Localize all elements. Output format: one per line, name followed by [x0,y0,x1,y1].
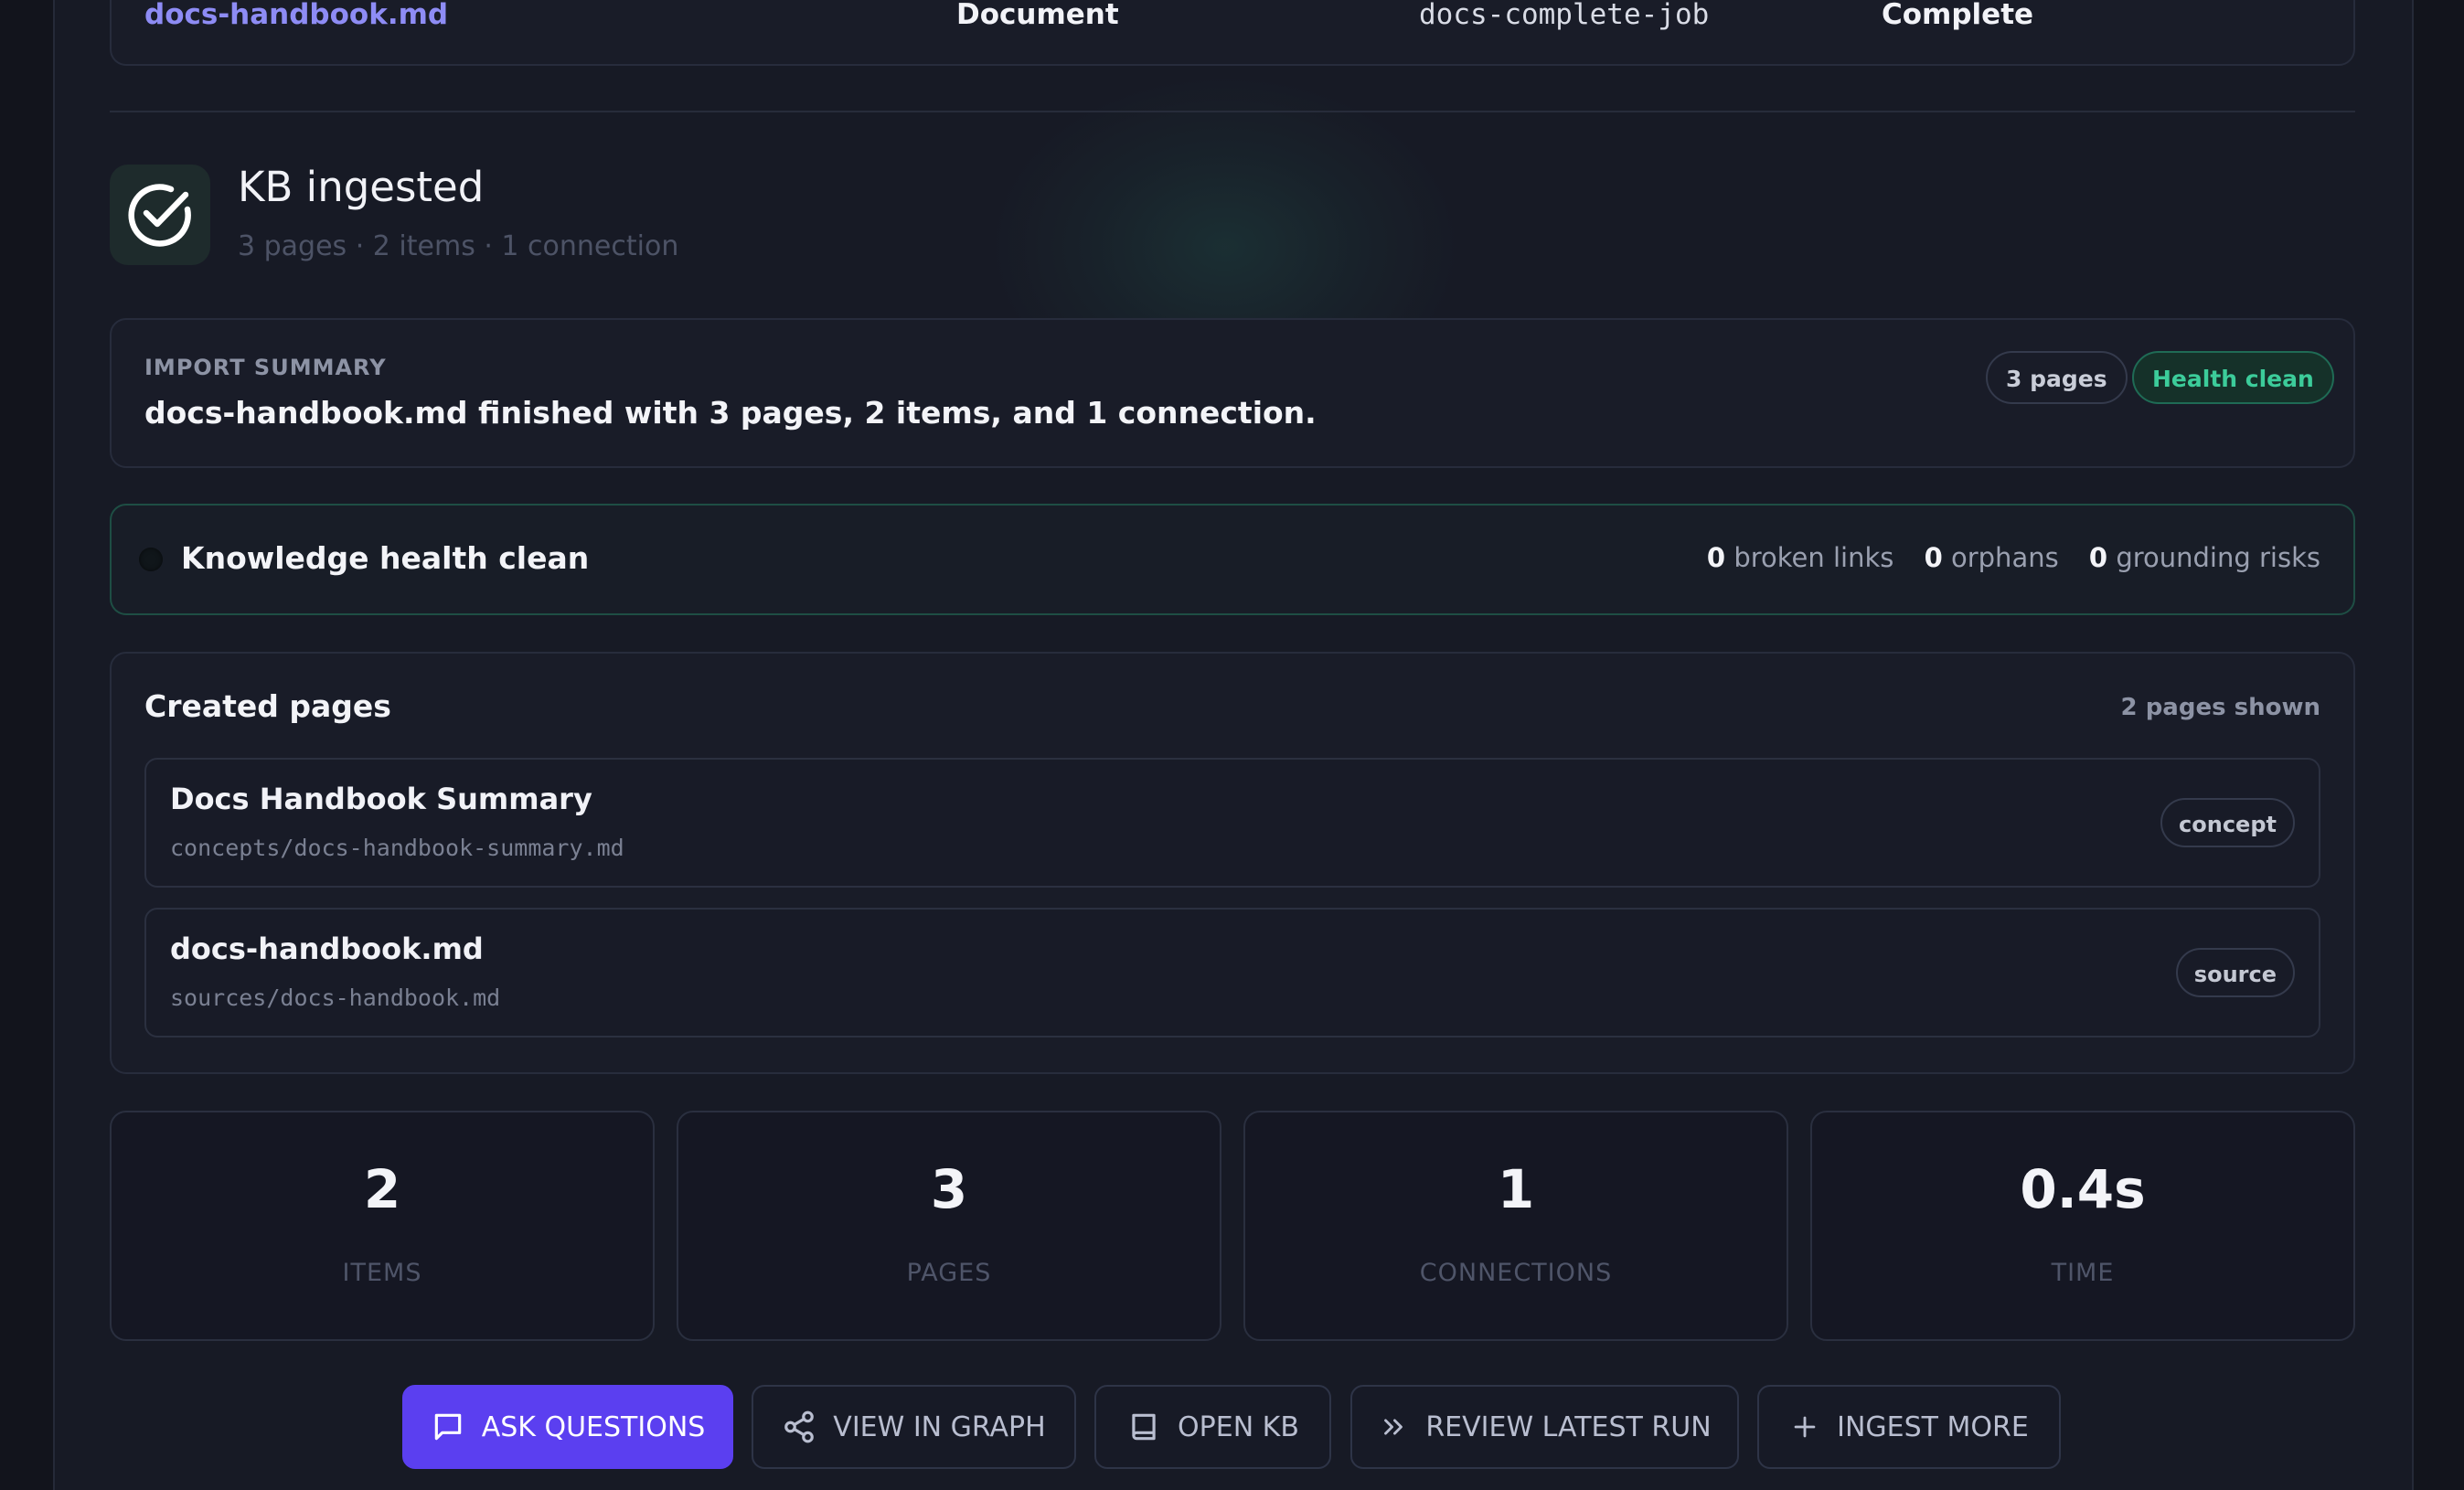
stat-value: 1 [1497,1158,1535,1220]
job-id: docs-complete-job [1419,0,1710,31]
review-latest-run-label: REVIEW LATEST RUN [1425,1410,1712,1443]
pages-shown-count: 2 pages shown [2120,694,2320,721]
broken-links-count: 0 [1706,542,1726,573]
page-name: docs-handbook.md [170,931,484,966]
page-title: KB ingested [238,163,485,211]
orphans-label: orphans [1950,542,2059,573]
source-type: Document [956,0,1119,31]
broken-links-label: broken links [1733,542,1894,573]
stat-label: TIME [2051,1259,2115,1287]
stat-label: CONNECTIONS [1419,1259,1613,1287]
knowledge-health-card: Knowledge health clean 0 broken links 0 … [110,504,2355,615]
created-pages-title: Created pages [144,688,391,724]
ingest-more-label: INGEST MORE [1837,1410,2029,1443]
open-kb-button[interactable]: OPEN KB [1094,1385,1331,1469]
grounding-risks-count: 0 [2088,542,2108,573]
section-divider [110,111,2355,112]
import-summary-card: IMPORT SUMMARY docs-handbook.md finished… [110,318,2355,468]
page-name: Docs Handbook Summary [170,782,592,816]
import-summary-text: docs-handbook.md finished with 3 pages, … [144,395,1317,431]
plus-icon [1794,1416,1816,1438]
created-page-row[interactable]: docs-handbook.md sources/docs-handbook.m… [144,908,2320,1038]
ask-questions-button[interactable]: ASK QUESTIONS [402,1385,733,1469]
view-in-graph-button[interactable]: VIEW IN GRAPH [752,1385,1076,1469]
stat-label: PAGES [906,1259,992,1287]
stat-card-pages: 3 PAGES [677,1111,1221,1341]
stat-label: ITEMS [342,1259,422,1287]
review-latest-run-button[interactable]: REVIEW LATEST RUN [1350,1385,1739,1469]
stat-value: 3 [930,1158,968,1220]
job-status: Complete [1882,0,2034,31]
knowledge-health-title: Knowledge health clean [181,540,590,576]
view-in-graph-label: VIEW IN GRAPH [833,1410,1046,1443]
import-summary-label: IMPORT SUMMARY [144,355,387,380]
page-path: sources/docs-handbook.md [170,984,501,1011]
pages-count-badge: 3 pages [1986,351,2128,404]
chevrons-right-icon [1384,1419,1403,1435]
page-type-tag: concept [2160,798,2295,847]
page-path: concepts/docs-handbook-summary.md [170,835,624,861]
page-type-tag: source [2175,948,2295,997]
open-kb-label: OPEN KB [1178,1410,1299,1443]
stat-value: 0.4s [2020,1158,2146,1220]
page-subtitle: 3 pages · 2 items · 1 connection [238,230,679,262]
stat-card-connections: 1 CONNECTIONS [1243,1111,1788,1341]
stat-value: 2 [363,1158,401,1220]
share-graph-icon [784,1410,815,1443]
source-file-link[interactable]: docs-handbook.md [144,0,448,31]
health-stats: 0 broken links 0 orphans 0 grounding ris… [1707,542,2320,573]
health-status-badge: Health clean [2132,351,2334,404]
grounding-risks-label: grounding risks [2116,542,2320,573]
ingest-more-button[interactable]: INGEST MORE [1757,1385,2061,1469]
book-icon [1132,1413,1156,1441]
ask-questions-label: ASK QUESTIONS [481,1410,706,1443]
stat-card-time: 0.4s TIME [1810,1111,2355,1341]
success-check-icon [110,165,210,265]
stat-card-items: 2 ITEMS [110,1111,655,1341]
chat-bubble-icon [434,1413,461,1441]
created-pages-card: Created pages 2 pages shown Docs Handboo… [110,652,2355,1074]
source-table-row: docs-handbook.md Document docs-complete-… [110,0,2355,66]
health-status-dot-icon [139,548,163,571]
orphans-count: 0 [1924,542,1943,573]
created-page-row[interactable]: Docs Handbook Summary concepts/docs-hand… [144,758,2320,888]
